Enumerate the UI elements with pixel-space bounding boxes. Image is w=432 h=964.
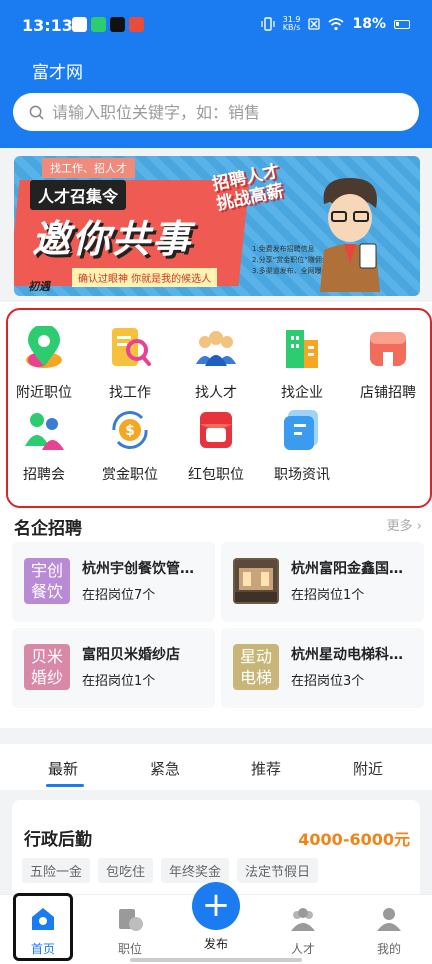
app-notification-icon (129, 17, 144, 32)
banner-main-text: 邀你共事 (32, 217, 193, 261)
tab-nearby[interactable]: 附近 (353, 758, 383, 779)
job-tags: 五险一金 包吃住 年终奖金 法定节假日 (22, 858, 319, 883)
company-logo-image (233, 558, 279, 604)
banner-tag-title: 人才召集令 (30, 180, 127, 210)
app-notification-icon (91, 17, 106, 32)
battery-icon (394, 19, 410, 29)
section-title: 名企招聘 (14, 519, 82, 539)
banner-sub-text: 确认过眼神 你就是我的候选人 (72, 268, 218, 287)
nav-label: 人才 (290, 942, 315, 956)
nav-jobs[interactable]: 职位 (100, 905, 160, 957)
profile-icon (377, 908, 401, 931)
promo-banner[interactable]: 找工作、招人才 人才召集令 邀你共事 确认过眼神 你就是我的候选人 初遇 招聘人… (14, 156, 420, 296)
company-section: 名企招聘 更多 › 宇创餐饮 杭州宇创餐饮管… 在招岗位7个 杭州富阳金鑫国… … (0, 508, 432, 728)
status-bar: 13:13 31.9 KB/s 18% (0, 0, 432, 50)
menu-highlight-frame (6, 308, 432, 508)
no-sim-icon (308, 18, 321, 30)
notification-icons (72, 17, 144, 32)
more-link[interactable]: 更多 › (387, 515, 422, 534)
talent-icon (291, 908, 315, 931)
company-card[interactable]: 宇创餐饮 杭州宇创餐饮管… 在招岗位7个 (12, 542, 215, 622)
network-speed-unit: KB/s (282, 23, 301, 32)
job-salary: 4000-6000元 (298, 830, 410, 849)
company-name: 杭州富阳金鑫国… (291, 561, 403, 577)
company-name: 杭州星动电梯科… (291, 647, 403, 663)
nav-talent[interactable]: 人才 (273, 905, 333, 957)
home-highlight-frame (13, 893, 73, 961)
nav-mine[interactable]: 我的 (359, 905, 419, 957)
company-job-count: 在招岗位1个 (82, 674, 156, 689)
status-time: 13:13 (22, 16, 73, 35)
job-title: 行政后勤 (24, 830, 92, 850)
tiktok-icon (110, 17, 125, 32)
job-tag: 五险一金 (22, 858, 91, 883)
banner-logo-text: 初遇 (28, 280, 50, 293)
company-card[interactable]: 星动电梯 杭州星动电梯科… 在招岗位3个 (221, 628, 424, 708)
company-logo: 宇创餐饮 (24, 558, 70, 604)
more-label: 更多 (386, 519, 413, 534)
tab-urgent[interactable]: 紧急 (150, 758, 180, 779)
battery-level: 18% (352, 16, 386, 32)
cartoon-person-illustration (320, 178, 380, 292)
company-job-count: 在招岗位1个 (291, 588, 365, 603)
company-job-count: 在招岗位7个 (82, 588, 156, 603)
jobs-icon (119, 909, 143, 931)
job-tag: 法定节假日 (237, 858, 319, 883)
home-indicator (130, 958, 302, 962)
vibrate-icon (261, 17, 275, 31)
company-card[interactable]: 贝米婚纱 富阳贝米婚纱店 在招岗位1个 (12, 628, 215, 708)
company-job-count: 在招岗位3个 (291, 674, 365, 689)
network-speed: 31.9 KB/s (283, 16, 301, 32)
nav-label: 职位 (117, 942, 142, 956)
status-right: 31.9 KB/s 18% (261, 16, 410, 32)
company-logo: 贝米婚纱 (24, 644, 70, 690)
storefront-photo (235, 560, 277, 602)
search-input[interactable] (52, 102, 372, 122)
tab-latest[interactable]: 最新 (48, 758, 78, 779)
job-tabs: 最新 紧急 推荐 附近 (0, 744, 432, 790)
search-bar[interactable] (13, 93, 419, 131)
search-icon (29, 105, 44, 120)
tab-active-indicator (46, 784, 84, 787)
nav-label: 我的 (376, 942, 401, 956)
banner-tag-top: 找工作、招人才 (42, 158, 135, 178)
job-tag: 年终奖金 (161, 858, 230, 883)
app-notification-icon (72, 17, 87, 32)
company-logo: 星动电梯 (233, 644, 279, 690)
wifi-icon (328, 17, 345, 30)
publish-button[interactable]: + (192, 882, 240, 930)
publish-label: 发布 (203, 937, 228, 951)
company-card[interactable]: 杭州富阳金鑫国… 在招岗位1个 (221, 542, 424, 622)
tab-recommended[interactable]: 推荐 (251, 758, 281, 779)
job-tag: 包吃住 (98, 858, 154, 883)
app-title: 富才网 (32, 63, 83, 83)
company-name: 杭州宇创餐饮管… (82, 561, 194, 577)
company-name: 富阳贝米婚纱店 (82, 647, 180, 663)
